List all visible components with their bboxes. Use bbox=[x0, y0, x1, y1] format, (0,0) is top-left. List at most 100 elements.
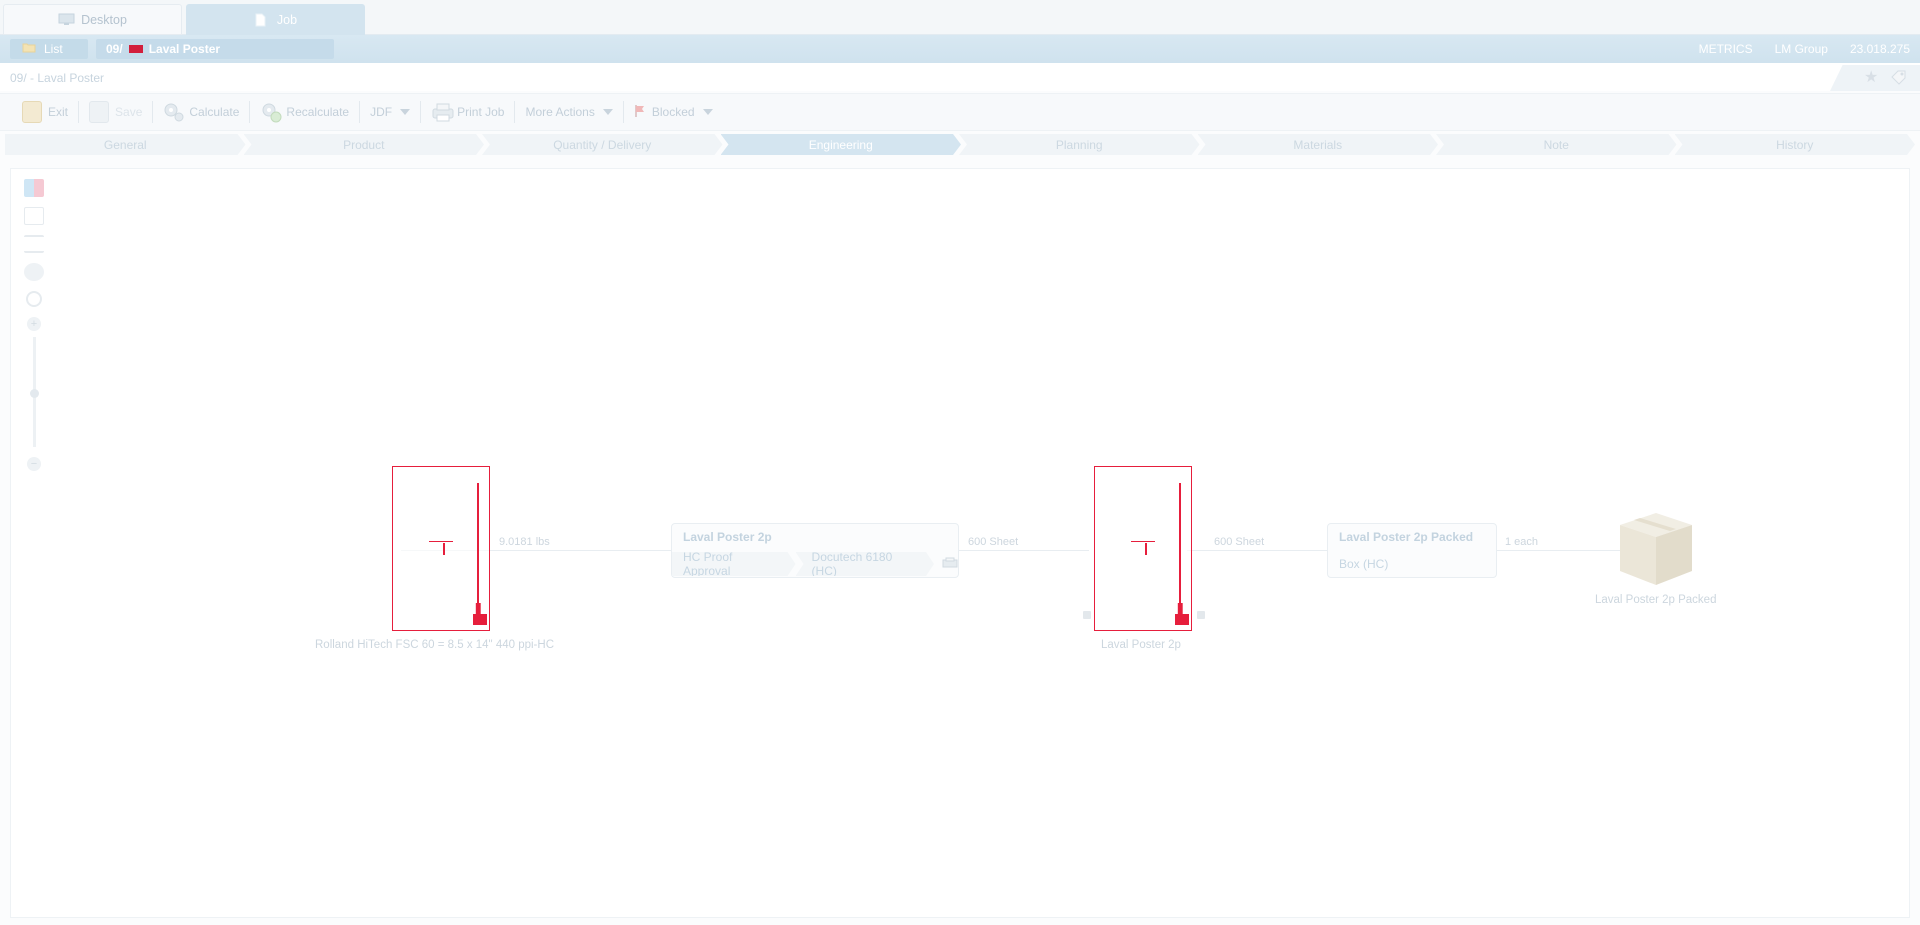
tab-note[interactable]: Note bbox=[1436, 134, 1677, 155]
tab-general[interactable]: General bbox=[5, 134, 246, 155]
job-document-icon bbox=[254, 13, 271, 27]
resource-marker-line bbox=[477, 483, 479, 617]
printer-icon bbox=[431, 101, 454, 123]
user-info: METRICS LM Group 23.018.275 bbox=[1699, 42, 1910, 56]
paper-resource-node[interactable] bbox=[392, 466, 490, 631]
package-box-icon[interactable] bbox=[1616, 509, 1694, 587]
exit-button[interactable]: Exit bbox=[14, 98, 76, 126]
job-crumb: 09/ - Laval Poster bbox=[10, 71, 105, 85]
save-disk-icon bbox=[89, 101, 110, 123]
toolbar-divider bbox=[249, 101, 251, 123]
more-actions-dropdown[interactable]: More Actions bbox=[517, 98, 620, 126]
tab-materials[interactable]: Materials bbox=[1198, 134, 1439, 155]
tab-quantity-delivery[interactable]: Quantity / Delivery bbox=[482, 134, 723, 155]
redaction-mark bbox=[128, 45, 143, 53]
process-node-laval-poster[interactable]: Laval Poster 2p HC Proof Approval Docute… bbox=[671, 523, 959, 578]
process-step-docutech[interactable]: Docutech 6180 (HC) bbox=[796, 552, 934, 576]
tab-desktop[interactable]: Desktop bbox=[3, 4, 182, 35]
final-product-caption: Laval Poster 2p Packed bbox=[1595, 594, 1717, 606]
jdf-dropdown[interactable]: JDF bbox=[362, 98, 418, 126]
calculate-label: Calculate bbox=[189, 105, 240, 119]
folder-icon bbox=[22, 42, 36, 56]
edge-quantity-label: 600 Sheet bbox=[1214, 536, 1265, 548]
zoom-in-icon[interactable]: + bbox=[27, 317, 41, 331]
resource-stamp-icon bbox=[473, 603, 487, 625]
recalculate-label: Recalculate bbox=[286, 105, 350, 119]
zoom-slider-handle[interactable] bbox=[29, 389, 39, 398]
flag-icon bbox=[634, 104, 646, 121]
chevron-down-icon bbox=[602, 109, 613, 115]
resource-marker-line bbox=[1179, 483, 1181, 617]
component-resource-caption: Laval Poster 2p bbox=[1101, 639, 1181, 651]
print-job-label: Print Job bbox=[457, 105, 505, 119]
layers-icon[interactable] bbox=[24, 179, 44, 197]
recalculate-gears-icon bbox=[260, 101, 282, 123]
star-icon[interactable]: ★ bbox=[1864, 70, 1880, 86]
toolbar-divider bbox=[420, 101, 422, 123]
list-view-icon[interactable] bbox=[24, 235, 44, 253]
recalculate-button[interactable]: Recalculate bbox=[252, 98, 357, 126]
tab-job[interactable]: Job bbox=[186, 4, 365, 35]
job-toolbar: Exit Save Calculate Recalculate JDF Prin… bbox=[0, 93, 1920, 131]
calculate-button[interactable]: Calculate bbox=[155, 98, 247, 126]
toolbar-divider bbox=[152, 101, 154, 123]
resource-marker bbox=[1145, 543, 1147, 555]
resource-marker bbox=[1131, 541, 1155, 542]
jdf-label: JDF bbox=[370, 105, 393, 119]
more-actions-label: More Actions bbox=[525, 105, 595, 119]
exit-door-icon bbox=[22, 101, 42, 123]
tab-desktop-label: Desktop bbox=[81, 12, 127, 27]
tab-history[interactable]: History bbox=[1675, 134, 1916, 155]
fit-view-icon[interactable] bbox=[24, 207, 44, 225]
process-step-box[interactable]: Box (HC) bbox=[1328, 552, 1402, 576]
edge-quantity-label: 1 each bbox=[1505, 536, 1539, 548]
save-label: Save bbox=[115, 105, 143, 119]
resource-marker bbox=[429, 541, 453, 542]
save-button[interactable]: Save bbox=[81, 98, 150, 126]
company-name: LM Group bbox=[1774, 42, 1828, 56]
engineering-canvas[interactable]: + − Rolland HiTech FSC 60 = 8.5 x 14" 44… bbox=[10, 168, 1910, 918]
resource-stamp-icon bbox=[1175, 603, 1189, 625]
component-resource-node[interactable] bbox=[1094, 466, 1192, 631]
connector-handle[interactable] bbox=[1083, 611, 1091, 619]
list-button-label: List bbox=[44, 42, 63, 56]
print-job-button[interactable]: Print Job bbox=[423, 98, 512, 126]
process-steps: HC Proof Approval Docutech 6180 (HC) bbox=[672, 552, 958, 576]
job-title: Laval Poster bbox=[148, 42, 221, 56]
edge-weight-label: 9.0181 lbs bbox=[499, 536, 550, 548]
tag-icon[interactable] bbox=[1890, 69, 1908, 88]
print-preview-icon[interactable] bbox=[24, 263, 44, 281]
process-node-packing[interactable]: Laval Poster 2p Packed Box (HC) bbox=[1327, 523, 1497, 578]
paper-resource-caption: Rolland HiTech FSC 60 = 8.5 x 14" 440 pp… bbox=[315, 639, 554, 651]
metrics-link[interactable]: METRICS bbox=[1699, 42, 1753, 56]
tab-engineering[interactable]: Engineering bbox=[721, 134, 962, 155]
workflow-edge bbox=[1187, 550, 1337, 551]
gears-icon bbox=[163, 101, 184, 123]
toolbar-divider bbox=[622, 101, 624, 123]
resource-marker bbox=[443, 543, 445, 555]
canvas-tools: + − bbox=[19, 179, 49, 471]
zoom-out-icon[interactable]: − bbox=[27, 457, 41, 471]
desktop-icon bbox=[58, 13, 75, 26]
current-job-breadcrumb[interactable]: 09/ Laval Poster bbox=[96, 39, 334, 59]
job-header: 09/ - Laval Poster ★ bbox=[0, 63, 1920, 91]
list-button[interactable]: List bbox=[10, 39, 88, 59]
process-steps: Box (HC) bbox=[1328, 552, 1496, 576]
blocked-label: Blocked bbox=[651, 105, 695, 119]
tab-job-label: Job bbox=[276, 12, 298, 27]
process-title: Laval Poster 2p Packed bbox=[1339, 530, 1474, 544]
favorite-actions: ★ bbox=[1830, 65, 1920, 91]
exit-label: Exit bbox=[48, 105, 69, 119]
job-number: 09/ bbox=[106, 42, 123, 56]
connector-handle[interactable] bbox=[1197, 611, 1205, 619]
version-number: 23.018.275 bbox=[1849, 42, 1910, 56]
search-icon[interactable] bbox=[26, 291, 42, 307]
job-step-tabs: General Product Quantity / Delivery Engi… bbox=[5, 134, 1913, 155]
printer-icon bbox=[942, 557, 958, 572]
blocked-dropdown[interactable]: Blocked bbox=[626, 98, 721, 126]
zoom-slider[interactable] bbox=[29, 337, 39, 447]
process-step-proof-approval[interactable]: HC Proof Approval bbox=[672, 552, 796, 576]
process-title: Laval Poster 2p bbox=[683, 530, 772, 544]
tab-planning[interactable]: Planning bbox=[959, 134, 1200, 155]
tab-product[interactable]: Product bbox=[244, 134, 485, 155]
